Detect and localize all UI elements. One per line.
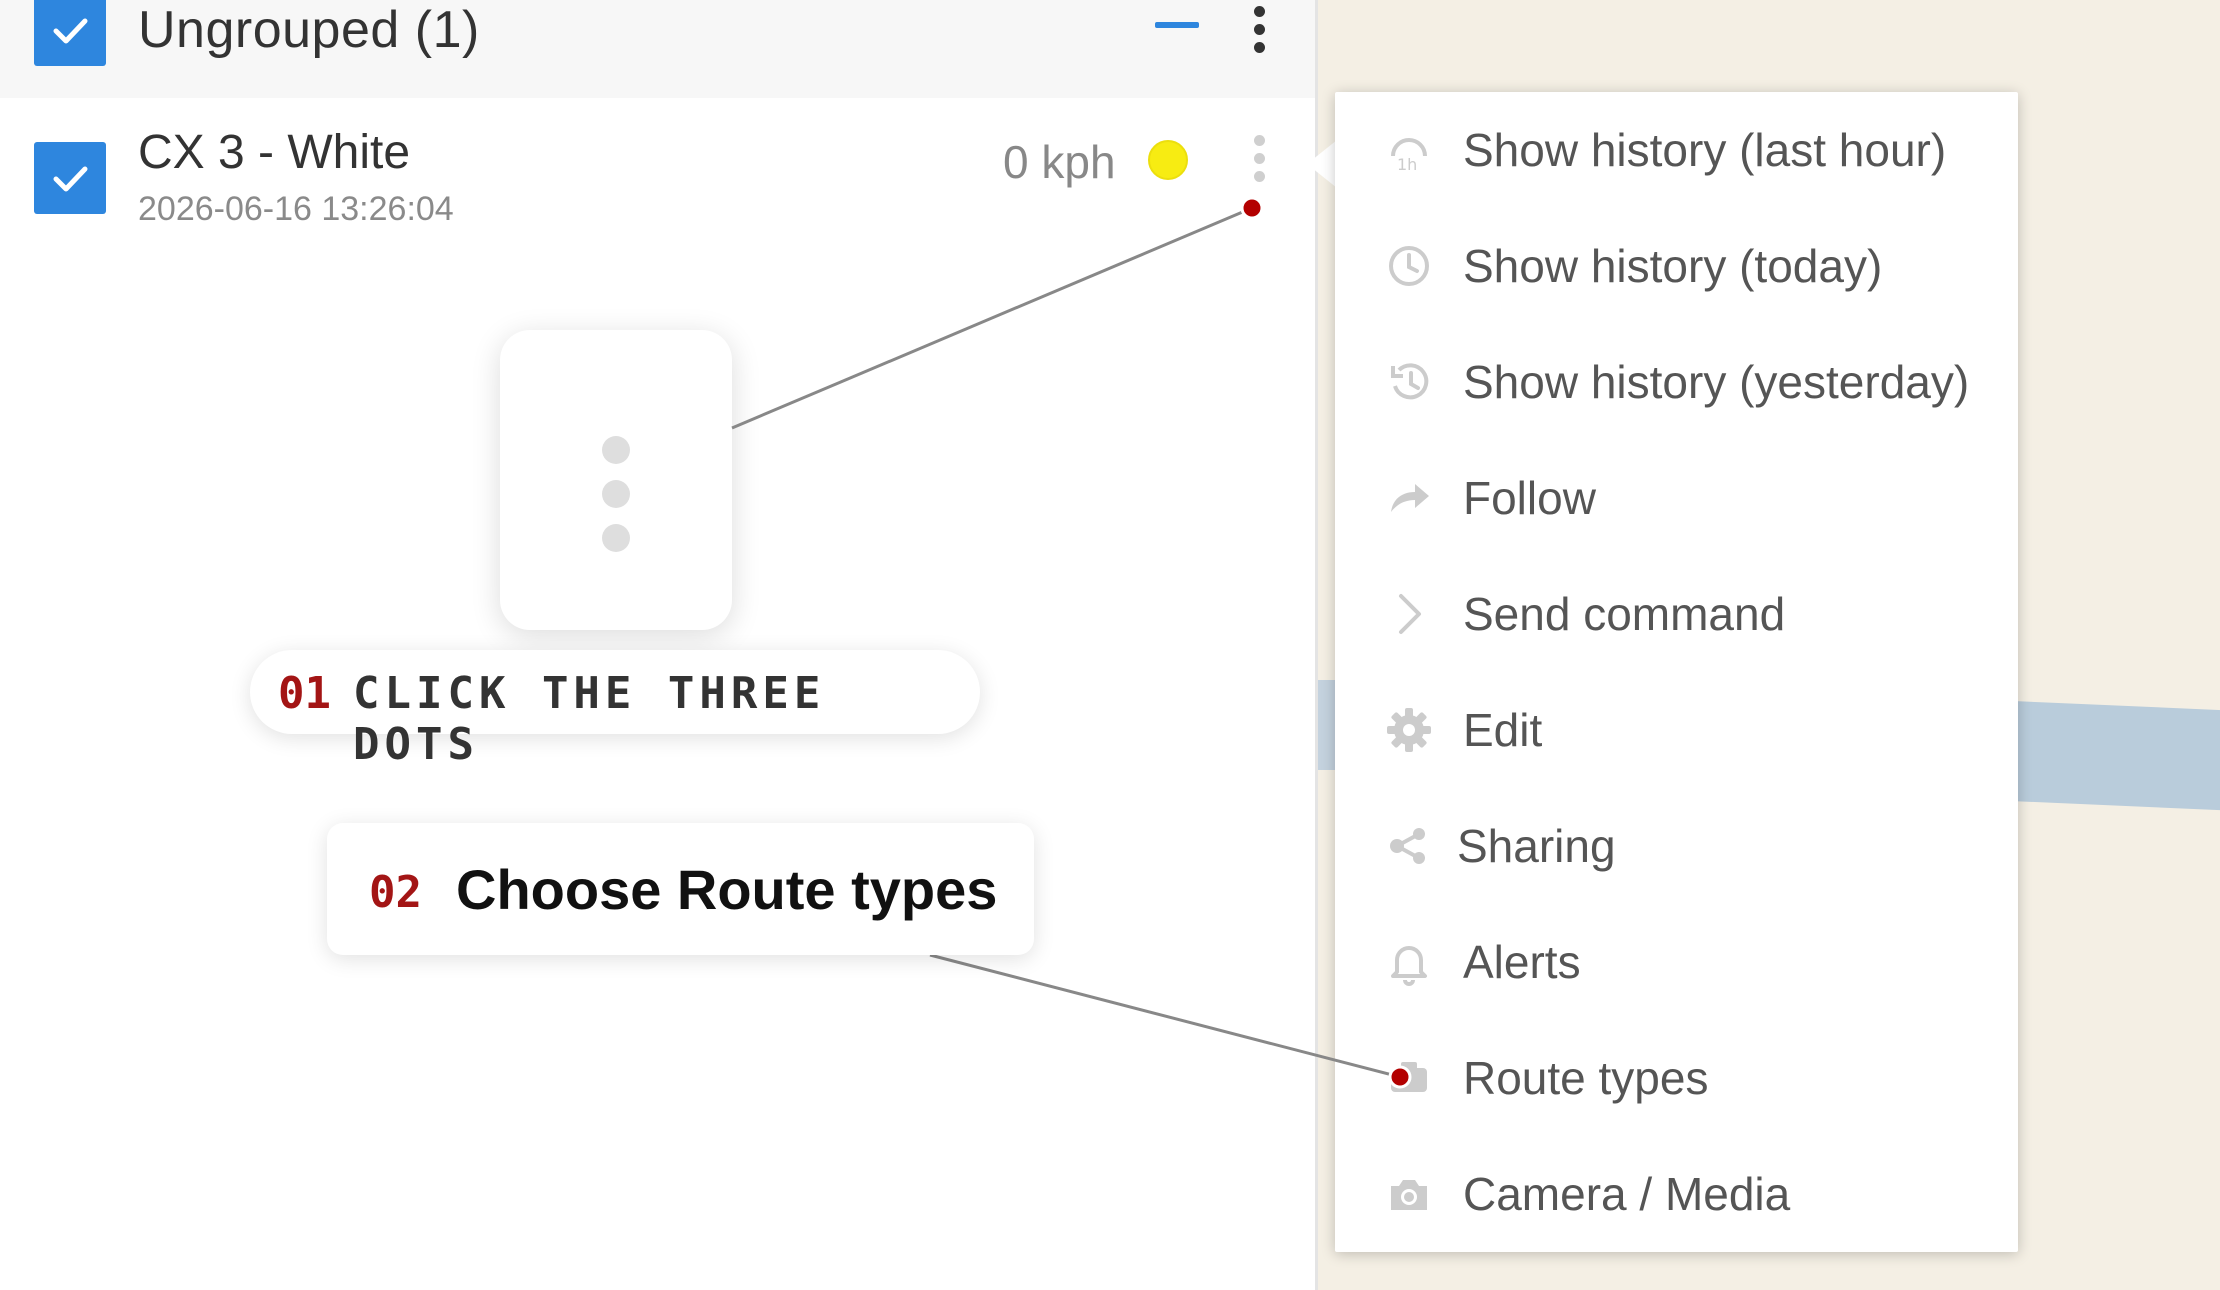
collapse-group-button[interactable] <box>1155 22 1199 28</box>
history-1h-icon: 1h <box>1385 126 1433 174</box>
menu-item-label: Follow <box>1463 472 1596 524</box>
menu-item-route-types[interactable]: Route types <box>1335 1020 2018 1136</box>
menu-item-alerts[interactable]: Alerts <box>1335 904 2018 1020</box>
history-back-icon <box>1385 358 1433 406</box>
menu-item-label: Show history (today) <box>1463 240 1883 292</box>
step-2-text: Choose Route types <box>456 858 998 921</box>
map-road-segment <box>1315 680 1337 770</box>
group-more-options-icon[interactable] <box>1252 6 1266 60</box>
route-types-icon <box>1385 1054 1433 1102</box>
menu-item-label: Send command <box>1463 588 1786 640</box>
step-2-callout: 02 Choose Route types <box>327 823 1034 955</box>
share-arrow-icon <box>1385 474 1433 522</box>
check-icon <box>53 166 88 192</box>
zoom-dot <box>602 436 630 464</box>
menu-item-label: Camera / Media <box>1463 1168 1791 1220</box>
device-status-indicator <box>1148 140 1188 180</box>
bell-icon <box>1385 938 1433 986</box>
step-1-number: 01 <box>278 668 331 719</box>
group-title: Ungrouped (1) <box>138 1 480 59</box>
device-context-menu: 1h Show history (last hour) Show history… <box>1335 92 2018 1252</box>
chevron-right-icon <box>1385 590 1433 638</box>
menu-item-history-last-hour[interactable]: 1h Show history (last hour) <box>1335 92 2018 208</box>
menu-item-follow[interactable]: Follow <box>1335 440 2018 556</box>
menu-item-camera-media[interactable]: Camera / Media <box>1335 1136 2018 1252</box>
camera-icon <box>1385 1170 1433 1218</box>
device-checkbox[interactable] <box>34 142 106 214</box>
zoom-dot <box>602 480 630 508</box>
menu-item-label: Route types <box>1463 1052 1709 1104</box>
menu-item-label: Alerts <box>1463 936 1581 988</box>
device-speed: 0 kph <box>1003 136 1116 188</box>
device-name[interactable]: CX 3 - White <box>138 125 410 180</box>
device-sidebar: Ungrouped (1) CX 3 - White 2026-06-16 13… <box>0 0 1318 1290</box>
zoom-dot <box>602 524 630 552</box>
menu-item-send-command[interactable]: Send command <box>1335 556 2018 672</box>
svg-text:1h: 1h <box>1397 155 1417 174</box>
map-road <box>1985 700 2220 811</box>
three-dots-zoom-card <box>500 330 732 630</box>
gear-icon <box>1385 706 1433 754</box>
menu-pointer <box>1307 140 1337 188</box>
menu-item-sharing[interactable]: Sharing <box>1335 788 2018 904</box>
menu-item-label: Sharing <box>1457 820 1616 872</box>
device-timestamp: 2026-06-16 13:26:04 <box>138 190 454 228</box>
menu-item-edit[interactable]: Edit <box>1335 672 2018 788</box>
menu-item-label: Edit <box>1463 704 1543 756</box>
check-icon <box>53 18 88 44</box>
menu-item-label: Show history (yesterday) <box>1463 356 1970 408</box>
step-1-text: CLICK THE THREE DOTS <box>353 668 826 770</box>
menu-item-history-yesterday[interactable]: Show history (yesterday) <box>1335 324 2018 440</box>
menu-item-label: Show history (last hour) <box>1463 124 1947 176</box>
menu-item-history-today[interactable]: Show history (today) <box>1335 208 2018 324</box>
share-nodes-icon <box>1385 822 1433 870</box>
clock-icon <box>1385 242 1433 290</box>
device-more-options-icon[interactable] <box>1252 135 1266 189</box>
group-checkbox[interactable] <box>34 0 106 66</box>
group-header: Ungrouped (1) <box>0 0 1315 98</box>
step-2-number: 02 <box>369 867 422 918</box>
step-1-callout: 01 CLICK THE THREE DOTS <box>250 650 980 770</box>
